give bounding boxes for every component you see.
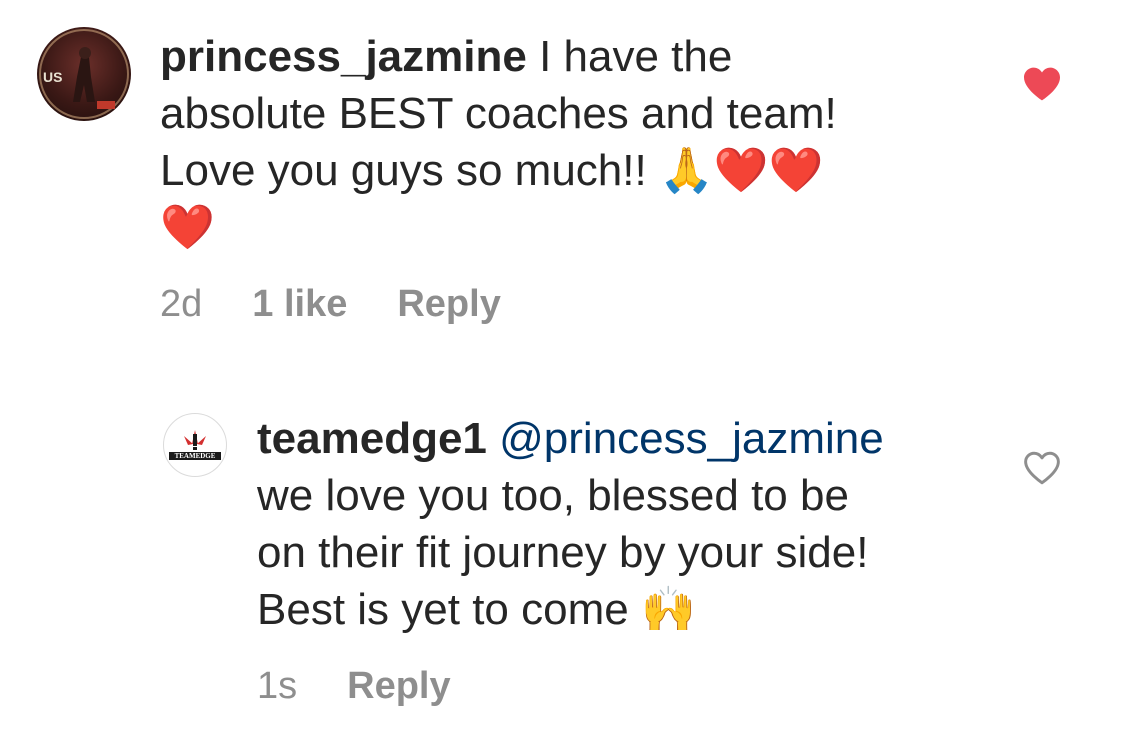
comment-line-3: on their fit journey by your side! (257, 528, 869, 577)
reply-button[interactable]: Reply (397, 283, 500, 325)
comment-time: 2d (160, 283, 203, 325)
emoji-pray-hearts: 🙏❤️❤️ (658, 145, 824, 196)
comment-meta: 2d 1 like Reply (160, 283, 551, 326)
teamedge-logo-icon (169, 430, 221, 460)
comment-text-1: I have the (526, 32, 733, 81)
reply-button[interactable]: Reply (347, 665, 450, 707)
comment-text-3: Love you guys so much!! (160, 146, 659, 195)
emoji-heart-line: ❤️ (160, 202, 215, 253)
comment-line-1: teamedge1 @princess_jazmine (257, 410, 997, 467)
comment-teamedge1: TEAMEDGE teamedge1 @princess_jazmine we … (0, 380, 1125, 750)
heart-outline-icon (1024, 451, 1060, 485)
username[interactable]: teamedge1 (257, 414, 487, 463)
comment-body: princess_jazmine I have the absolute BES… (160, 28, 1020, 256)
comment-body: teamedge1 @princess_jazmine we love you … (257, 410, 997, 638)
comment-meta: 1s Reply (257, 665, 501, 708)
avatar-image: US (39, 29, 129, 119)
svg-text:US: US (43, 69, 62, 85)
comment-text-4: Best is yet to come (257, 585, 641, 634)
comment-time: 1s (257, 665, 298, 707)
heart-filled-icon (1024, 67, 1060, 101)
comment-line-4: Best is yet to come 🙌 (257, 581, 997, 638)
emoji-raised-hands: 🙌 (640, 584, 696, 635)
avatar-logo-text: TEAMEDGE (174, 452, 216, 460)
comment-line-2: absolute BEST coaches and team! (160, 89, 837, 138)
like-heart-icon[interactable] (1022, 450, 1062, 486)
comment-line-1: princess_jazmine I have the (160, 28, 1020, 85)
mention-link[interactable]: @princess_jazmine (499, 414, 884, 463)
comment-princess-jazmine: US princess_jazmine I have the absolute … (0, 0, 1125, 340)
avatar-teamedge1[interactable]: TEAMEDGE (163, 413, 227, 477)
comment-line-2: we love you too, blessed to be (257, 471, 849, 520)
username[interactable]: princess_jazmine (160, 32, 527, 81)
comment-line-3: Love you guys so much!! 🙏❤️❤️ (160, 142, 1020, 199)
avatar-princess-jazmine[interactable]: US (37, 27, 131, 121)
like-count[interactable]: 1 like (252, 283, 347, 325)
like-heart-icon[interactable] (1022, 66, 1062, 102)
